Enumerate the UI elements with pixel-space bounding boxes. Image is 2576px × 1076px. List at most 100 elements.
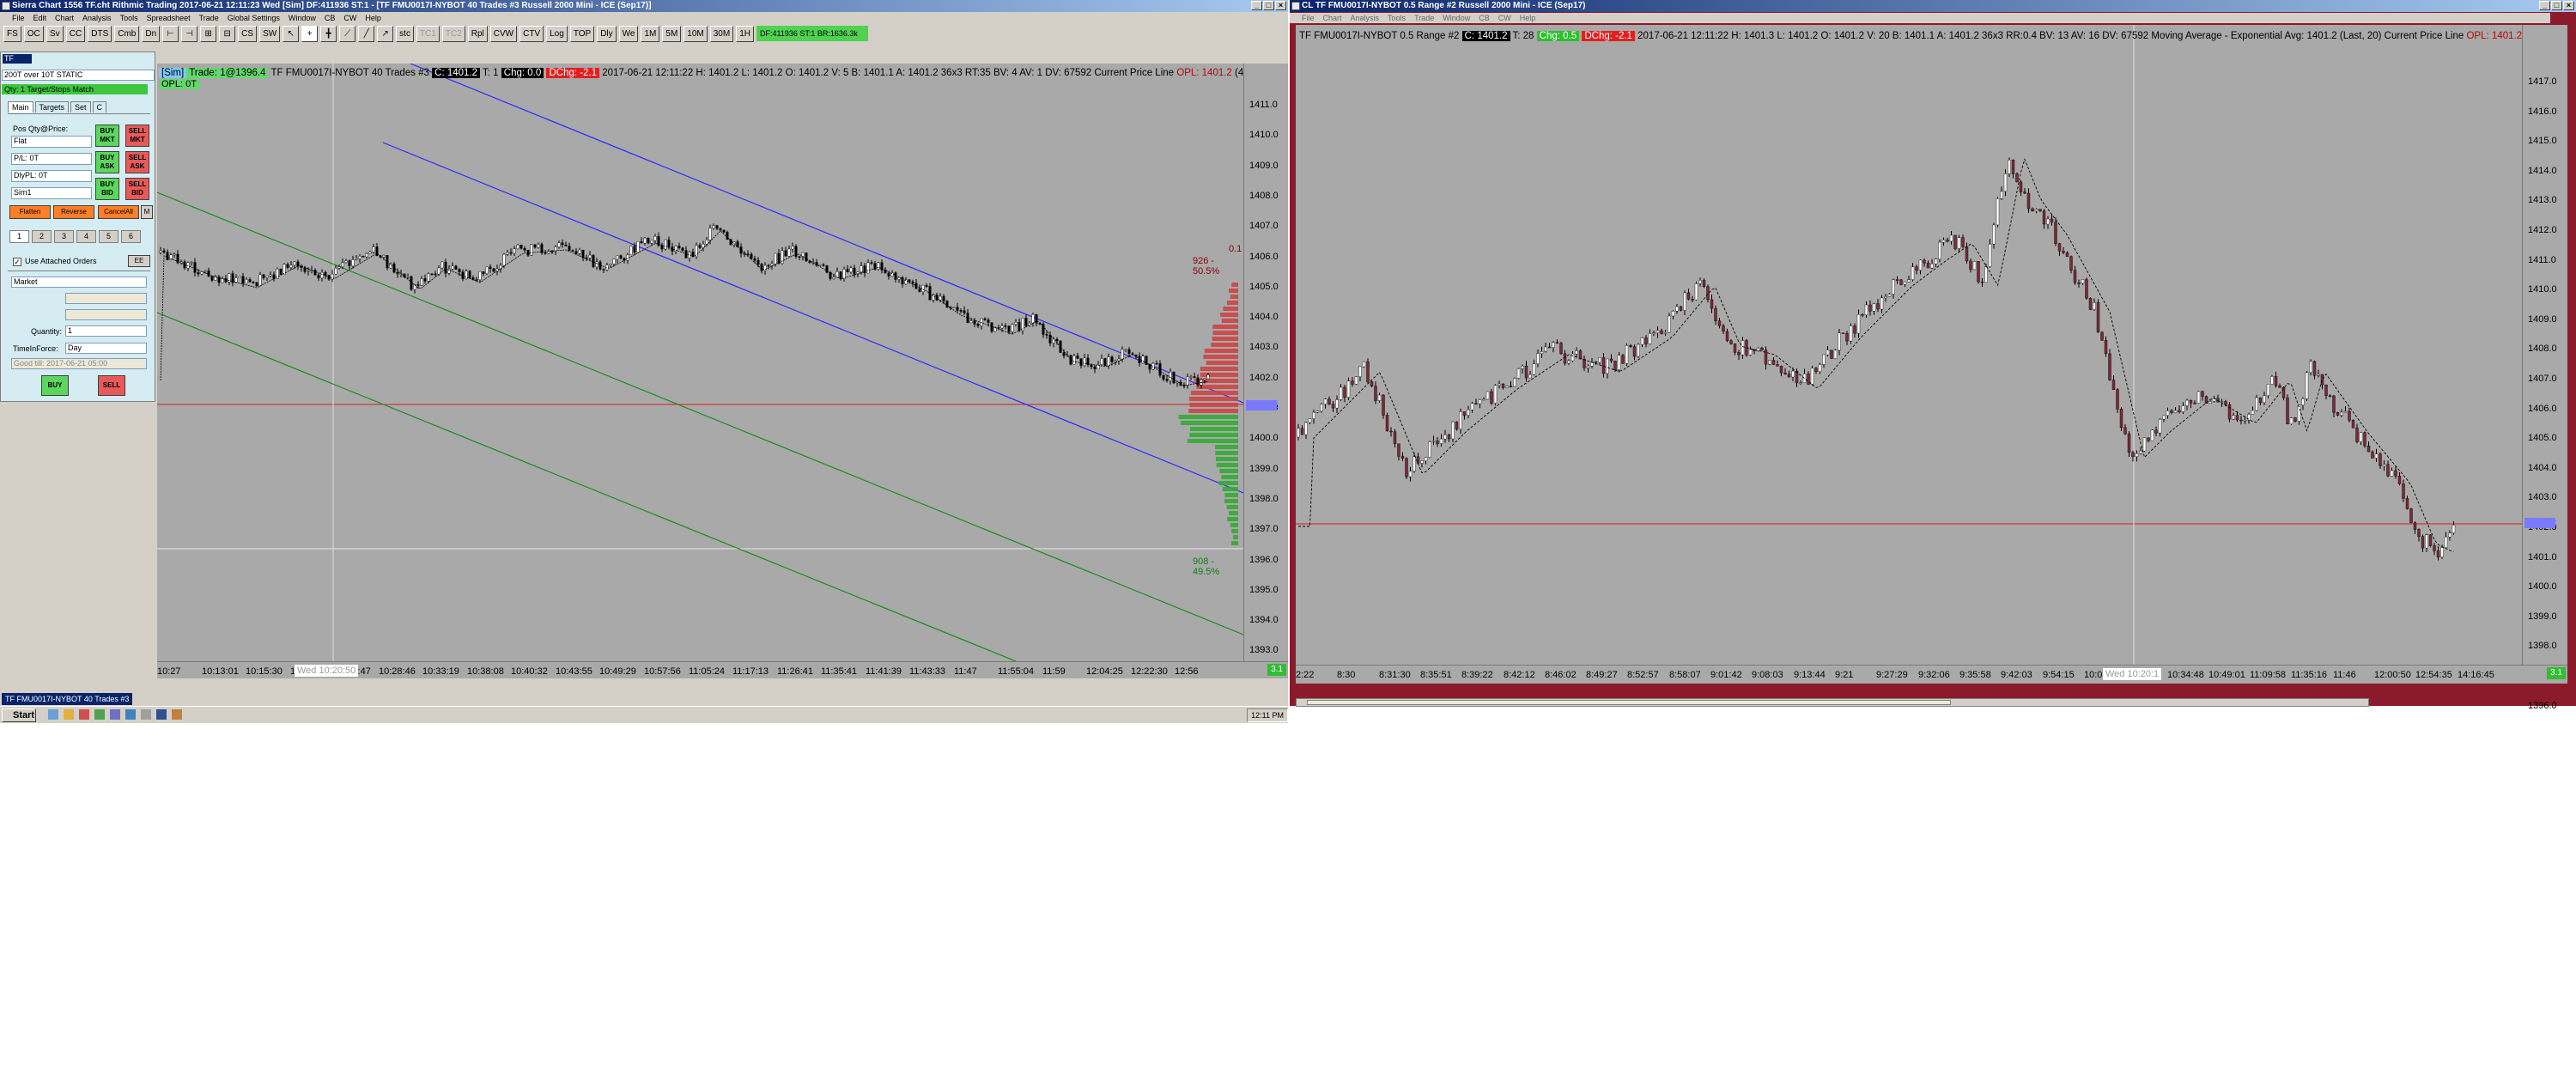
left-chart-area[interactable]: [Sim] Trade: 1@1396.4 TF FMU0017I-NYBOT 4… [157, 64, 1243, 661]
toolbar-button-cs[interactable]: CS [238, 25, 258, 42]
menu-help[interactable]: Help [365, 13, 381, 23]
left-price-chart[interactable] [157, 64, 1243, 661]
maximize-icon[interactable]: □ [1263, 1, 1274, 10]
quick-launch-icon[interactable] [79, 709, 89, 720]
use-attached-checkbox[interactable]: ✓ [13, 258, 21, 266]
quantity-button-2[interactable]: 2 [32, 230, 52, 243]
trend-line-icon[interactable]: ╱ [358, 25, 375, 42]
toolbar-button-fs[interactable]: FS [3, 25, 21, 42]
tab-set[interactable]: Set [70, 101, 91, 112]
buy-bid-button[interactable]: BUY BID [95, 178, 119, 200]
toolbar-button-1m[interactable]: 1M [641, 25, 660, 42]
flatten-button[interactable]: Flatten [9, 205, 51, 219]
buy-button[interactable]: BUY [41, 375, 69, 396]
chart-tool-icon[interactable]: ⊟ [219, 25, 236, 42]
draw-line-icon[interactable]: ╋ [320, 25, 337, 42]
toolbar-button-5m[interactable]: 5M [662, 25, 682, 42]
buy-ask-button[interactable]: BUY ASK [95, 151, 119, 173]
menu-spreadsheet[interactable]: Spreadsheet [147, 13, 191, 23]
menu-chart[interactable]: Chart [55, 13, 74, 23]
menu-file[interactable]: File [12, 13, 25, 23]
right-chart-area[interactable]: TF FMU0017I-NYBOT 0.5 Range #2 C: 1401.2… [1296, 25, 2522, 665]
menu-chart[interactable]: Chart [1323, 13, 1342, 23]
toolbar-button-stc[interactable]: stc [396, 25, 414, 42]
menu-cb[interactable]: CB [325, 13, 336, 23]
sell-market-button[interactable]: SELL MKT [125, 125, 149, 147]
ray-icon[interactable]: ⟋ [339, 25, 356, 42]
toolbar-button-dn[interactable]: Dn [142, 25, 161, 42]
cancel-all-button[interactable]: CancelAll [98, 205, 139, 219]
right-price-axis[interactable]: 1417.0 1416.0 1415.0 1414.0 1413.0 1412.0 1411… [2522, 25, 2567, 711]
toolbar-button-cmb[interactable]: Cmb [114, 25, 140, 42]
sell-button[interactable]: SELL [98, 375, 125, 396]
toolbar-button-tc1[interactable]: TC1 [416, 25, 440, 42]
menu-cw[interactable]: CW [1498, 13, 1511, 23]
sell-bid-button[interactable]: SELL BID [125, 178, 149, 200]
extend-line-icon[interactable]: ↗ [377, 25, 394, 42]
toolbar-button-top[interactable]: TOP [569, 25, 595, 42]
tif-select[interactable]: Day [65, 343, 147, 354]
toolbar-button-cvw[interactable]: CVW [489, 25, 518, 42]
start-button[interactable]: Start [2, 708, 36, 722]
chart-tool-icon[interactable]: ⊞ [200, 25, 217, 42]
toolbar-button-1h[interactable]: 1H [736, 25, 754, 42]
quick-launch-icon[interactable] [48, 709, 58, 720]
quick-launch-icon[interactable] [125, 709, 136, 720]
m-button[interactable]: M [141, 205, 153, 219]
menu-analysis[interactable]: Analysis [82, 13, 112, 23]
toolbar-button-we[interactable]: We [618, 25, 639, 42]
chart-tool-icon[interactable]: ⊣ [181, 25, 198, 42]
quantity-button-1[interactable]: 1 [9, 230, 29, 243]
menu-tools[interactable]: Tools [1388, 13, 1406, 23]
minimize-icon[interactable]: _ [2539, 1, 2550, 10]
toolbar-button-10m[interactable]: 10M [683, 25, 708, 42]
toolbar-button-rpl[interactable]: Rpl [467, 25, 488, 42]
quantity-button-6[interactable]: 6 [121, 230, 141, 243]
menu-trade[interactable]: Trade [1414, 13, 1434, 23]
menu-cb[interactable]: CB [1479, 13, 1490, 23]
menu-global-settings[interactable]: Global Settings [228, 13, 280, 23]
quantity-button-4[interactable]: 4 [76, 230, 96, 243]
menu-window[interactable]: Window [289, 13, 316, 23]
chart-sheet-tab[interactable]: TF FMU0017I-NYBOT 40 Trades #3 [2, 693, 133, 705]
right-horizontal-scrollbar[interactable] [1296, 698, 2369, 707]
chart-tool-icon[interactable]: ⊢ [162, 25, 179, 42]
toolbar-button-cc[interactable]: CC [65, 25, 86, 42]
price-field-1[interactable] [65, 293, 147, 304]
toolbar-button-dts[interactable]: DTS [88, 25, 112, 42]
close-icon[interactable]: × [2563, 1, 2574, 10]
reverse-button[interactable]: Reverse [53, 205, 94, 219]
mode-tab[interactable]: TF [3, 54, 32, 64]
toolbar-button-oc[interactable]: OC [23, 25, 44, 42]
buy-market-button[interactable]: BUY MKT [95, 125, 119, 147]
left-price-axis[interactable]: 1411.0 1410.0 1409.0 1408.0 1407.0 1406.0 1405… [1243, 64, 1288, 661]
toolbar-button-tc2[interactable]: TC2 [441, 25, 465, 42]
toolbar-button-ctv[interactable]: CTV [519, 25, 544, 42]
sell-ask-button[interactable]: SELL ASK [125, 151, 149, 173]
quick-launch-icon[interactable] [156, 709, 167, 720]
quick-launch-icon[interactable] [141, 709, 151, 720]
right-price-chart[interactable] [1296, 25, 2522, 665]
toolbar-button-sw[interactable]: SW [259, 25, 281, 42]
price-field-2[interactable] [65, 309, 147, 320]
menu-window[interactable]: Window [1443, 13, 1470, 23]
toolbar-button-log[interactable]: Log [546, 25, 568, 42]
quick-launch-icon[interactable] [94, 709, 105, 720]
tab-targets[interactable]: Targets [34, 101, 70, 112]
quantity-field[interactable]: 1 [65, 325, 147, 337]
menu-tools[interactable]: Tools [120, 13, 138, 23]
menu-help[interactable]: Help [1520, 13, 1536, 23]
left-time-axis[interactable]: 10:2710:13:0110:15:301010:24:4710:28:461… [157, 661, 1288, 678]
quantity-button-3[interactable]: 3 [54, 230, 74, 243]
tab-c[interactable]: C [92, 101, 107, 112]
menu-trade[interactable]: Trade [199, 13, 219, 23]
account-select[interactable]: Sim1 [11, 187, 92, 199]
config-select[interactable]: 200T over 10T STATIC [2, 70, 155, 81]
menu-cw[interactable]: CW [343, 13, 356, 23]
scroll-thumb[interactable] [1307, 700, 1951, 705]
close-icon[interactable]: × [1275, 1, 1286, 10]
maximize-icon[interactable]: □ [2551, 1, 2562, 10]
quantity-button-5[interactable]: 5 [99, 230, 118, 243]
toolbar-button-30m[interactable]: 30M [709, 25, 734, 42]
toolbar-button-sv[interactable]: Sv [46, 25, 64, 42]
